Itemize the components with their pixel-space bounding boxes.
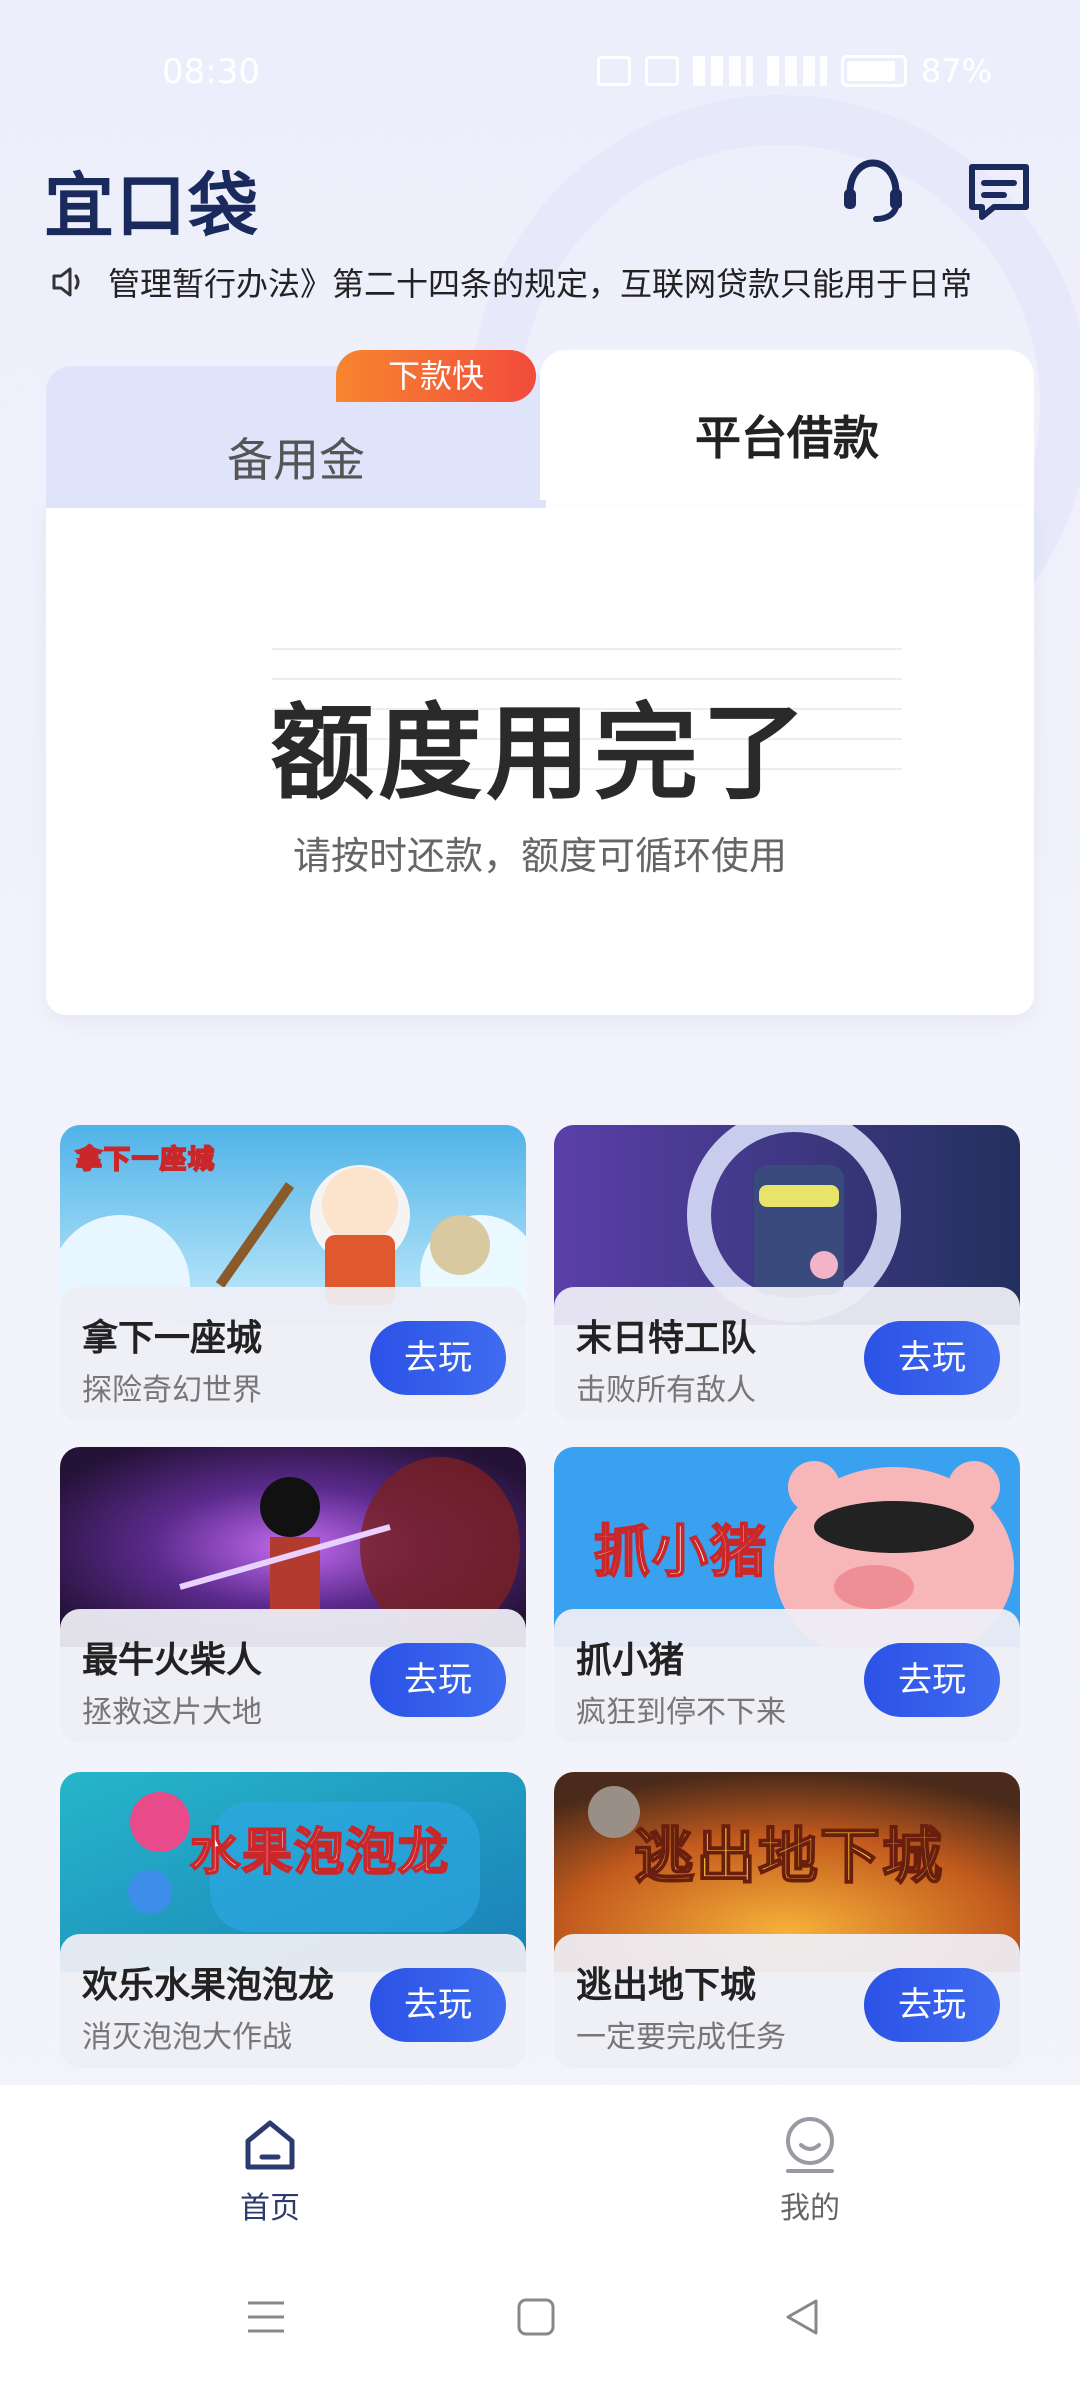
signal-icon	[766, 56, 827, 86]
play-button[interactable]: 去玩	[864, 1321, 1000, 1395]
play-button[interactable]: 去玩	[370, 1968, 506, 2042]
notice-text: 管理暂行办法》第二十四条的规定，互联网贷款只能用于日常	[108, 265, 973, 302]
game-art-title: 水果泡泡龙	[189, 1822, 450, 1882]
battery-percent: 87%	[920, 52, 992, 90]
quota-title: 额度用完了	[269, 692, 810, 814]
game-desc: 击败所有敌人	[576, 1373, 756, 1408]
game-info: 欢乐水果泡泡龙 消灭泡泡大作战 去玩	[60, 1934, 526, 2068]
play-button[interactable]: 去玩	[370, 1643, 506, 1717]
game-info: 最牛火柴人 拯救这片大地 去玩	[60, 1609, 526, 1743]
game-info: 抓小猪 疯狂到停不下来 去玩	[554, 1609, 1020, 1743]
game-desc: 一定要完成任务	[576, 2020, 786, 2055]
notice-bar[interactable]: 管理暂行办法》第二十四条的规定，互联网贷款只能用于日常	[50, 262, 1030, 302]
tab-label: 备用金	[227, 433, 365, 487]
play-button[interactable]: 去玩	[864, 1968, 1000, 2042]
game-card[interactable]: 末日特工队 击败所有敌人 去玩	[554, 1125, 1020, 1421]
customer-service-icon[interactable]	[838, 155, 908, 225]
speaker-icon	[52, 267, 80, 297]
game-info: 逃出地下城 一定要完成任务 去玩	[554, 1934, 1020, 2068]
game-desc: 疯狂到停不下来	[576, 1695, 786, 1730]
game-name: 逃出地下城	[576, 1965, 757, 2006]
quota-subtitle: 请按时还款，额度可循环使用	[292, 834, 787, 878]
nav-label: 我的	[780, 2191, 840, 2226]
game-card[interactable]: 逃出地下城 逃出地下城 一定要完成任务 去玩	[554, 1772, 1020, 2068]
signal-icon	[692, 56, 753, 86]
home-icon	[245, 2120, 295, 2170]
game-name: 拿下一座城	[82, 1318, 263, 1359]
menu-icon[interactable]	[244, 2295, 288, 2339]
game-card[interactable]: 拿下一座城 拿下一座城 探险奇幻世界 去玩	[60, 1125, 526, 1421]
game-info: 拿下一座城 探险奇幻世界 去玩	[60, 1287, 526, 1421]
game-desc: 探险奇幻世界	[82, 1373, 262, 1408]
battery-icon	[840, 55, 907, 87]
status-time: 08:30	[162, 52, 260, 92]
home-button-icon[interactable]	[514, 2295, 558, 2339]
tab-label: 平台借款	[695, 411, 879, 465]
game-name: 抓小猪	[576, 1640, 685, 1681]
game-name: 末日特工队	[576, 1318, 757, 1359]
game-art-title: 逃出地下城	[633, 1821, 944, 1893]
app-logo: 宜口袋	[44, 165, 260, 247]
play-button[interactable]: 去玩	[370, 1321, 506, 1395]
quota-panel: 额度用完了 请按时还款，额度可循环使用	[46, 508, 1034, 1015]
game-info: 末日特工队 击败所有敌人 去玩	[554, 1287, 1020, 1421]
game-art-title: 拿下一座城	[75, 1144, 217, 1176]
system-nav-bar	[0, 2245, 1080, 2400]
vibrate-icon	[596, 56, 631, 86]
game-card[interactable]: 最牛火柴人 拯救这片大地 去玩	[60, 1447, 526, 1743]
back-icon[interactable]	[780, 2295, 824, 2339]
game-name: 欢乐水果泡泡龙	[82, 1965, 335, 2006]
play-button[interactable]: 去玩	[864, 1643, 1000, 1717]
message-icon[interactable]	[964, 155, 1034, 225]
fast-loan-badge: 下款快	[336, 350, 536, 402]
game-desc: 拯救这片大地	[82, 1695, 262, 1730]
loan-card: 备用金 下款快 平台借款 额度用完了 请按时还款，额度可循环使用	[46, 350, 1034, 1015]
status-bar: 08:30 87%	[0, 0, 1080, 145]
nav-label: 首页	[240, 2191, 300, 2226]
bottom-nav: 首页 我的	[0, 2085, 1080, 2245]
nav-item-profile[interactable]: 我的	[710, 2115, 910, 2227]
game-card[interactable]: 抓小猪 抓小猪 疯狂到停不下来 去玩	[554, 1447, 1020, 1743]
profile-icon	[786, 2117, 834, 2173]
game-art-title: 抓小猪	[593, 1519, 768, 1586]
nav-item-home[interactable]: 首页	[170, 2115, 370, 2227]
game-card[interactable]: 水果泡泡龙 欢乐水果泡泡龙 消灭泡泡大作战 去玩	[60, 1772, 526, 2068]
game-name: 最牛火柴人	[82, 1640, 263, 1681]
game-desc: 消灭泡泡大作战	[82, 2020, 292, 2055]
status-icons: 87%	[596, 52, 992, 90]
hd-icon	[644, 56, 679, 86]
